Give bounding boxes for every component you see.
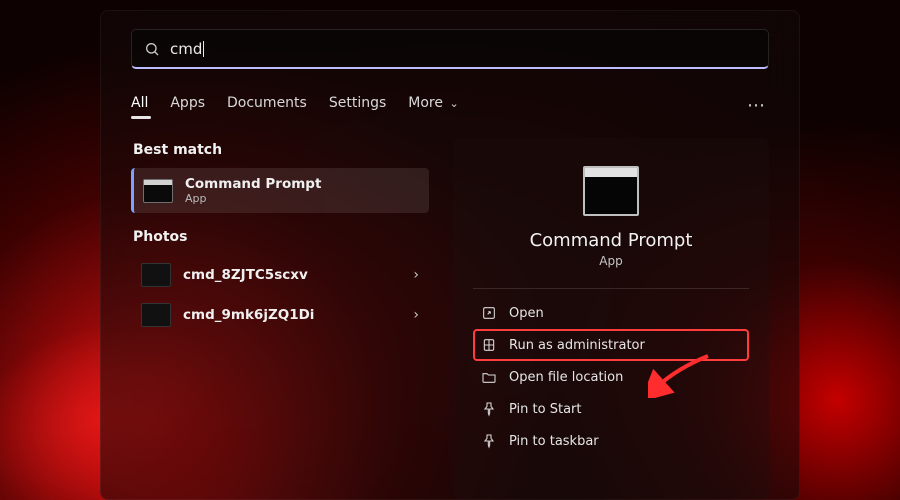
tab-more[interactable]: More ⌄ [408, 95, 458, 117]
pin-icon [481, 401, 497, 417]
tab-settings[interactable]: Settings [329, 95, 386, 117]
results-column: Best match Command Prompt App Photos cmd… [131, 138, 429, 499]
overflow-menu-button[interactable]: ⋯ [745, 91, 769, 120]
result-best-match[interactable]: Command Prompt App [131, 168, 429, 213]
result-title: cmd_9mk6jZQ1Di [183, 307, 314, 323]
chevron-down-icon: ⌄ [446, 97, 459, 110]
search-icon [144, 41, 160, 57]
command-prompt-icon [583, 166, 639, 216]
tab-apps[interactable]: Apps [170, 95, 205, 117]
tab-documents[interactable]: Documents [227, 95, 307, 117]
image-thumb-icon [141, 263, 171, 287]
action-open[interactable]: Open [473, 297, 749, 329]
result-photo-0[interactable]: cmd_8ZJTC5scxv › [131, 255, 429, 295]
result-subtitle: App [185, 192, 321, 205]
folder-icon [481, 369, 497, 385]
tabs-row: All Apps Documents Settings More ⌄ ⋯ [131, 91, 769, 120]
shield-icon [481, 337, 497, 353]
open-icon [481, 305, 497, 321]
chevron-right-icon: › [413, 307, 419, 323]
result-photo-1[interactable]: cmd_9mk6jZQ1Di › [131, 295, 429, 335]
search-input[interactable]: cmd [131, 29, 769, 69]
search-query: cmd [170, 40, 204, 58]
action-pin-to-taskbar[interactable]: Pin to taskbar [473, 425, 749, 457]
result-title: cmd_8ZJTC5scxv [183, 267, 308, 283]
chevron-right-icon: › [413, 267, 419, 283]
action-open-file-location[interactable]: Open file location [473, 361, 749, 393]
command-prompt-icon [143, 179, 173, 203]
detail-panel: Command Prompt App Open Run as administr… [453, 138, 769, 499]
detail-subtitle: App [599, 254, 622, 268]
tab-all[interactable]: All [131, 95, 148, 117]
start-search-panel: cmd All Apps Documents Settings More ⌄ ⋯… [100, 10, 800, 500]
section-photos: Photos [133, 229, 429, 245]
section-best-match: Best match [133, 142, 429, 158]
image-thumb-icon [141, 303, 171, 327]
action-run-as-administrator[interactable]: Run as administrator [473, 329, 749, 361]
pin-icon [481, 433, 497, 449]
result-title: Command Prompt [185, 176, 321, 192]
divider [473, 288, 749, 289]
text-caret [203, 41, 204, 57]
detail-title: Command Prompt [530, 230, 693, 251]
action-pin-to-start[interactable]: Pin to Start [473, 393, 749, 425]
